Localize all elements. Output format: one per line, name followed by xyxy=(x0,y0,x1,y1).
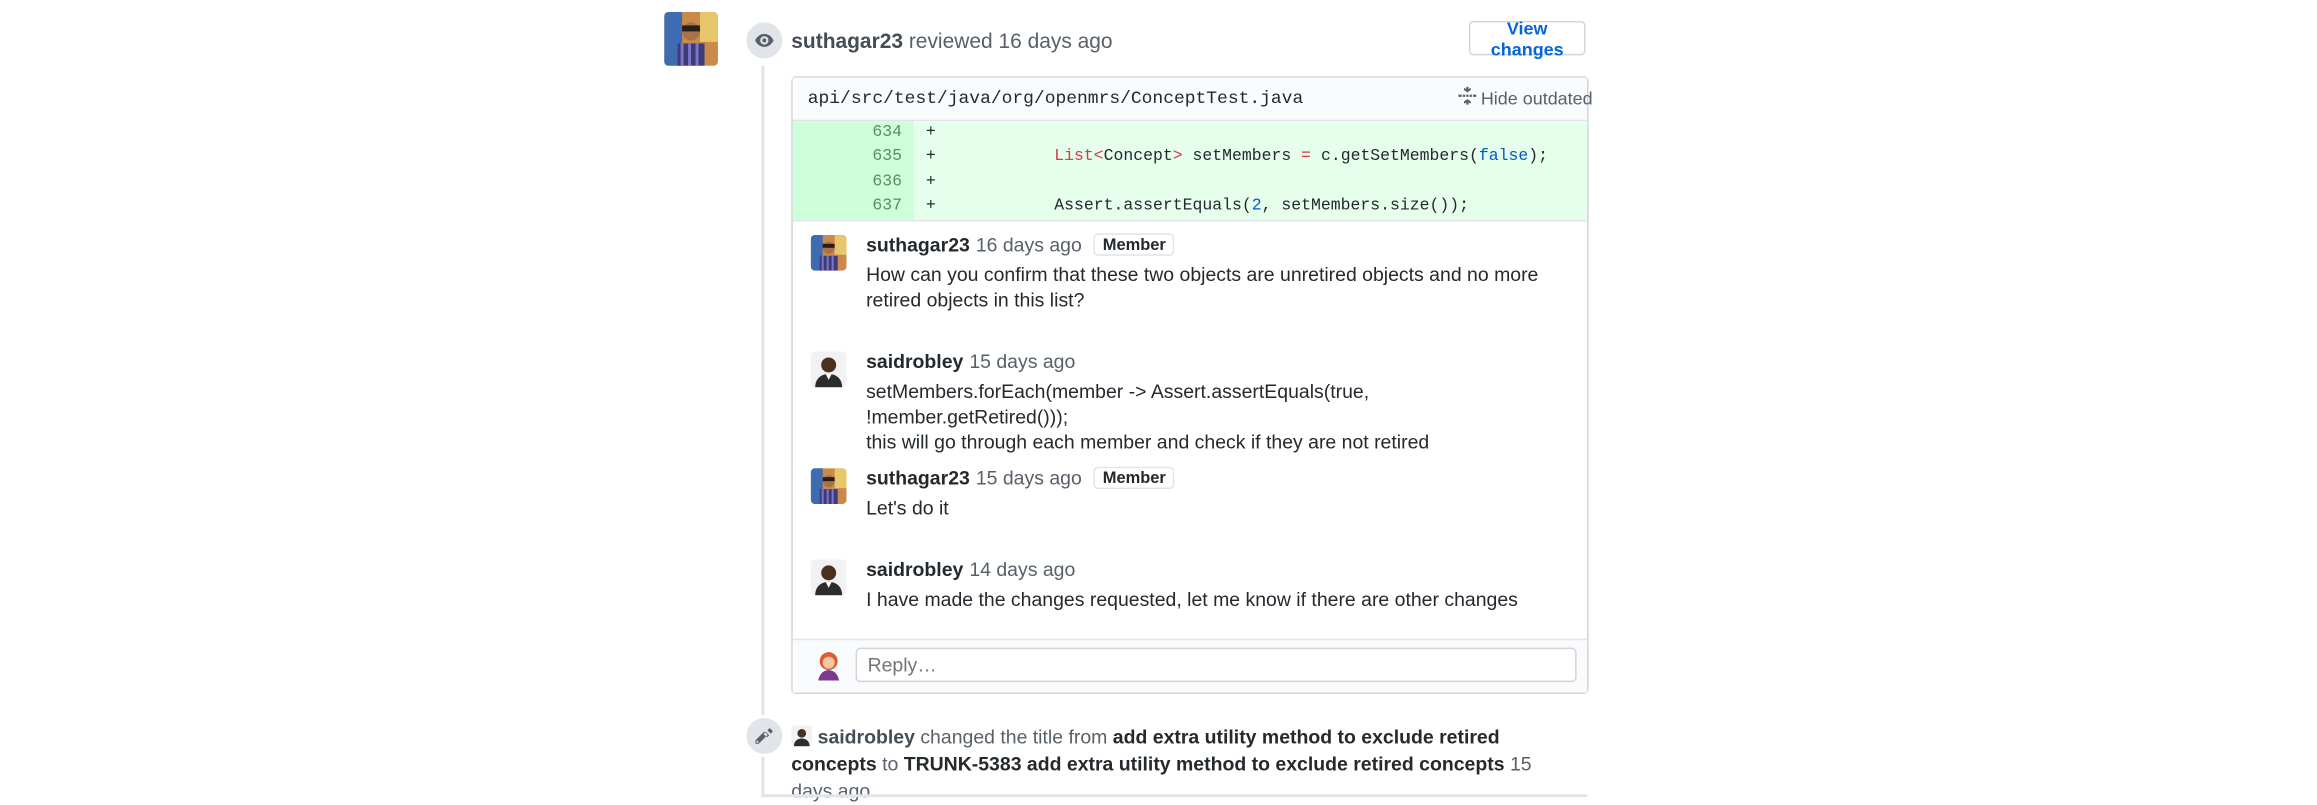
event-text: changed the title from xyxy=(920,725,1108,748)
line-number[interactable]: 636 xyxy=(792,170,914,196)
comment-avatar[interactable] xyxy=(810,468,847,505)
divider xyxy=(792,219,1588,222)
code-line: + List<Concept> setMembers = c.getSetMem… xyxy=(913,145,1588,171)
comment-body: Let's do it xyxy=(866,496,949,520)
file-path[interactable]: api/src/test/java/org/openmrs/ConceptTes… xyxy=(808,87,1304,111)
comment-time[interactable]: 15 days ago xyxy=(976,467,1082,489)
comment-body: setMembers.forEach(member -> Assert.asse… xyxy=(866,378,1569,454)
comment-body: I have made the changes requested, let m… xyxy=(866,587,1518,611)
code-line: + xyxy=(913,121,1588,147)
pr-conversation: suthagar23 reviewed 16 days ago View cha… xyxy=(0,0,2317,802)
comment-header: saidrobley 14 days ago xyxy=(866,556,1075,583)
eye-icon xyxy=(743,19,786,62)
comment-author[interactable]: suthagar23 xyxy=(866,233,970,255)
comment-author[interactable]: suthagar23 xyxy=(866,467,970,489)
review-author[interactable]: suthagar23 xyxy=(791,28,903,52)
divider xyxy=(761,794,1588,798)
view-changes-button[interactable]: View changes xyxy=(1468,17,1586,59)
member-badge: Member xyxy=(1093,233,1175,256)
diff-line: 635 + List<Concept> setMembers = c.getSe… xyxy=(792,145,1588,171)
diff-line: 637 + Assert.assertEquals(2, setMembers.… xyxy=(792,194,1588,220)
comment-time[interactable]: 14 days ago xyxy=(969,558,1075,580)
comment-header: suthagar23 15 days ago Member xyxy=(866,465,1175,492)
diff-line: 634 + xyxy=(792,121,1588,147)
line-number[interactable]: 637 xyxy=(792,194,914,220)
line-number[interactable]: 634 xyxy=(792,121,914,147)
comment-body: How can you confirm that these two objec… xyxy=(866,263,1539,312)
review-header: suthagar23 reviewed 16 days ago xyxy=(791,27,1112,54)
comment-line: setMembers.forEach(member -> Assert.asse… xyxy=(866,379,1370,428)
pencil-icon xyxy=(743,714,786,757)
comment-line: this will go through each member and che… xyxy=(866,430,1430,454)
review-action: reviewed xyxy=(908,28,993,53)
fold-icon xyxy=(1458,86,1477,111)
comment-time[interactable]: 15 days ago xyxy=(969,350,1075,372)
hide-outdated-label: Hide outdated xyxy=(1480,88,1593,110)
event-actor-avatar[interactable] xyxy=(791,725,813,747)
comment-author[interactable]: saidrobley xyxy=(866,350,963,372)
comment-avatar[interactable] xyxy=(810,234,847,271)
comment-header: saidrobley 15 days ago xyxy=(866,349,1075,376)
reply-input[interactable] xyxy=(855,647,1577,683)
comment-header: suthagar23 16 days ago Member xyxy=(866,232,1175,259)
code-line: + Assert.assertEquals(2, setMembers.size… xyxy=(913,194,1588,220)
title-change-event: saidrobley changed the title from add ex… xyxy=(791,724,1569,805)
member-badge: Member xyxy=(1093,466,1175,490)
reviewer-avatar[interactable] xyxy=(664,11,718,66)
comment-time[interactable]: 16 days ago xyxy=(976,233,1082,255)
current-user-avatar xyxy=(812,647,846,681)
event-actor[interactable]: saidrobley xyxy=(818,725,915,747)
comment-avatar[interactable] xyxy=(810,559,847,596)
timeline-line xyxy=(761,65,765,798)
event-text: to xyxy=(882,752,899,775)
comment-author[interactable]: saidrobley xyxy=(866,558,963,580)
review-time[interactable]: 16 days ago xyxy=(998,28,1112,52)
hide-outdated-button[interactable]: Hide outdated xyxy=(1458,86,1593,111)
new-title: TRUNK-5383 add extra utility method to e… xyxy=(903,752,1505,775)
line-number[interactable]: 635 xyxy=(792,145,914,171)
code-line: + xyxy=(913,170,1588,196)
diff-line: 636 + xyxy=(792,170,1588,196)
comment-avatar[interactable] xyxy=(810,351,847,388)
